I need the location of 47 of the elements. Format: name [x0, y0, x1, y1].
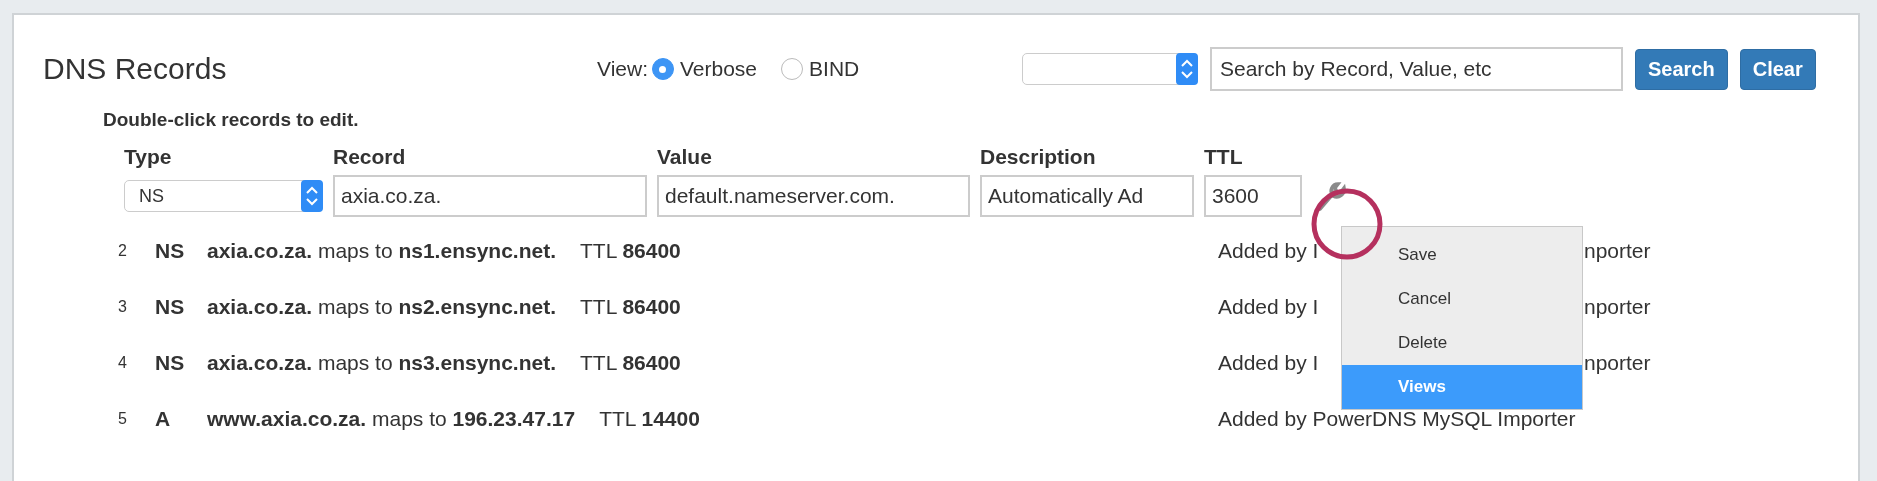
description-field[interactable]: Automatically Ad — [980, 175, 1194, 217]
record-ttl: TTL 86400 — [580, 351, 681, 375]
view-radio[interactable]: BIND — [781, 57, 860, 81]
page-title: DNS Records — [43, 52, 228, 86]
record-description: Added by I — [1218, 295, 1319, 318]
stepper-icon — [1176, 53, 1198, 85]
search-field[interactable]: Search by Record, Value, etc — [1210, 47, 1623, 91]
record-field[interactable]: axia.co.za. — [333, 175, 647, 217]
column-header: Value — [657, 145, 713, 169]
view-radio[interactable]: Verbose — [652, 57, 758, 81]
record-mapping: axia.co.za. maps to ns2.ensync.net. — [207, 295, 556, 319]
record-ttl: TTL 86400 — [580, 295, 681, 319]
action-button[interactable]: Clear — [1739, 48, 1816, 90]
record-description: nporter — [1584, 295, 1651, 319]
row-number: 3 — [118, 298, 128, 316]
record-description: Added by I — [1218, 351, 1319, 374]
view-label: View: — [597, 57, 648, 81]
record-type: NS — [155, 239, 186, 263]
record-type: A — [155, 407, 172, 431]
menu-item[interactable]: Save — [1342, 233, 1582, 277]
row-number: 4 — [118, 354, 128, 372]
column-header: TTL — [1204, 145, 1244, 169]
value-field[interactable]: default.nameserver.com. — [657, 175, 970, 217]
record-ttl: TTL 14400 — [599, 407, 700, 431]
action-button[interactable]: Search — [1635, 48, 1728, 90]
record-description: Added by I — [1218, 239, 1319, 262]
record-description: nporter — [1584, 239, 1651, 263]
menu-item[interactable]: Cancel — [1342, 277, 1582, 321]
record-description: Added by PowerDNS MySQL Importer — [1218, 407, 1576, 430]
record-type: NS — [155, 351, 186, 375]
record-mapping: axia.co.za. maps to ns3.ensync.net. — [207, 351, 556, 375]
edit-hint: Double-click records to edit. — [103, 109, 359, 131]
row-number: 2 — [118, 242, 128, 260]
type-select[interactable]: NS — [124, 180, 323, 212]
column-header: Type — [124, 145, 173, 169]
record-mapping: axia.co.za. maps to ns1.ensync.net. — [207, 239, 556, 263]
column-header: Record — [333, 145, 407, 169]
column-header: Description — [980, 145, 1097, 169]
record-type: NS — [155, 295, 186, 319]
menu-item[interactable]: Delete — [1342, 321, 1582, 365]
stepper-icon — [301, 180, 323, 212]
record-mapping: www.axia.co.za. maps to 196.23.47.17 — [207, 407, 576, 431]
filter-select[interactable] — [1022, 53, 1198, 85]
record-ttl: TTL 86400 — [580, 239, 681, 263]
row-number: 5 — [118, 410, 128, 428]
record-description: nporter — [1584, 351, 1651, 375]
ttl-field[interactable]: 3600 — [1204, 175, 1302, 217]
